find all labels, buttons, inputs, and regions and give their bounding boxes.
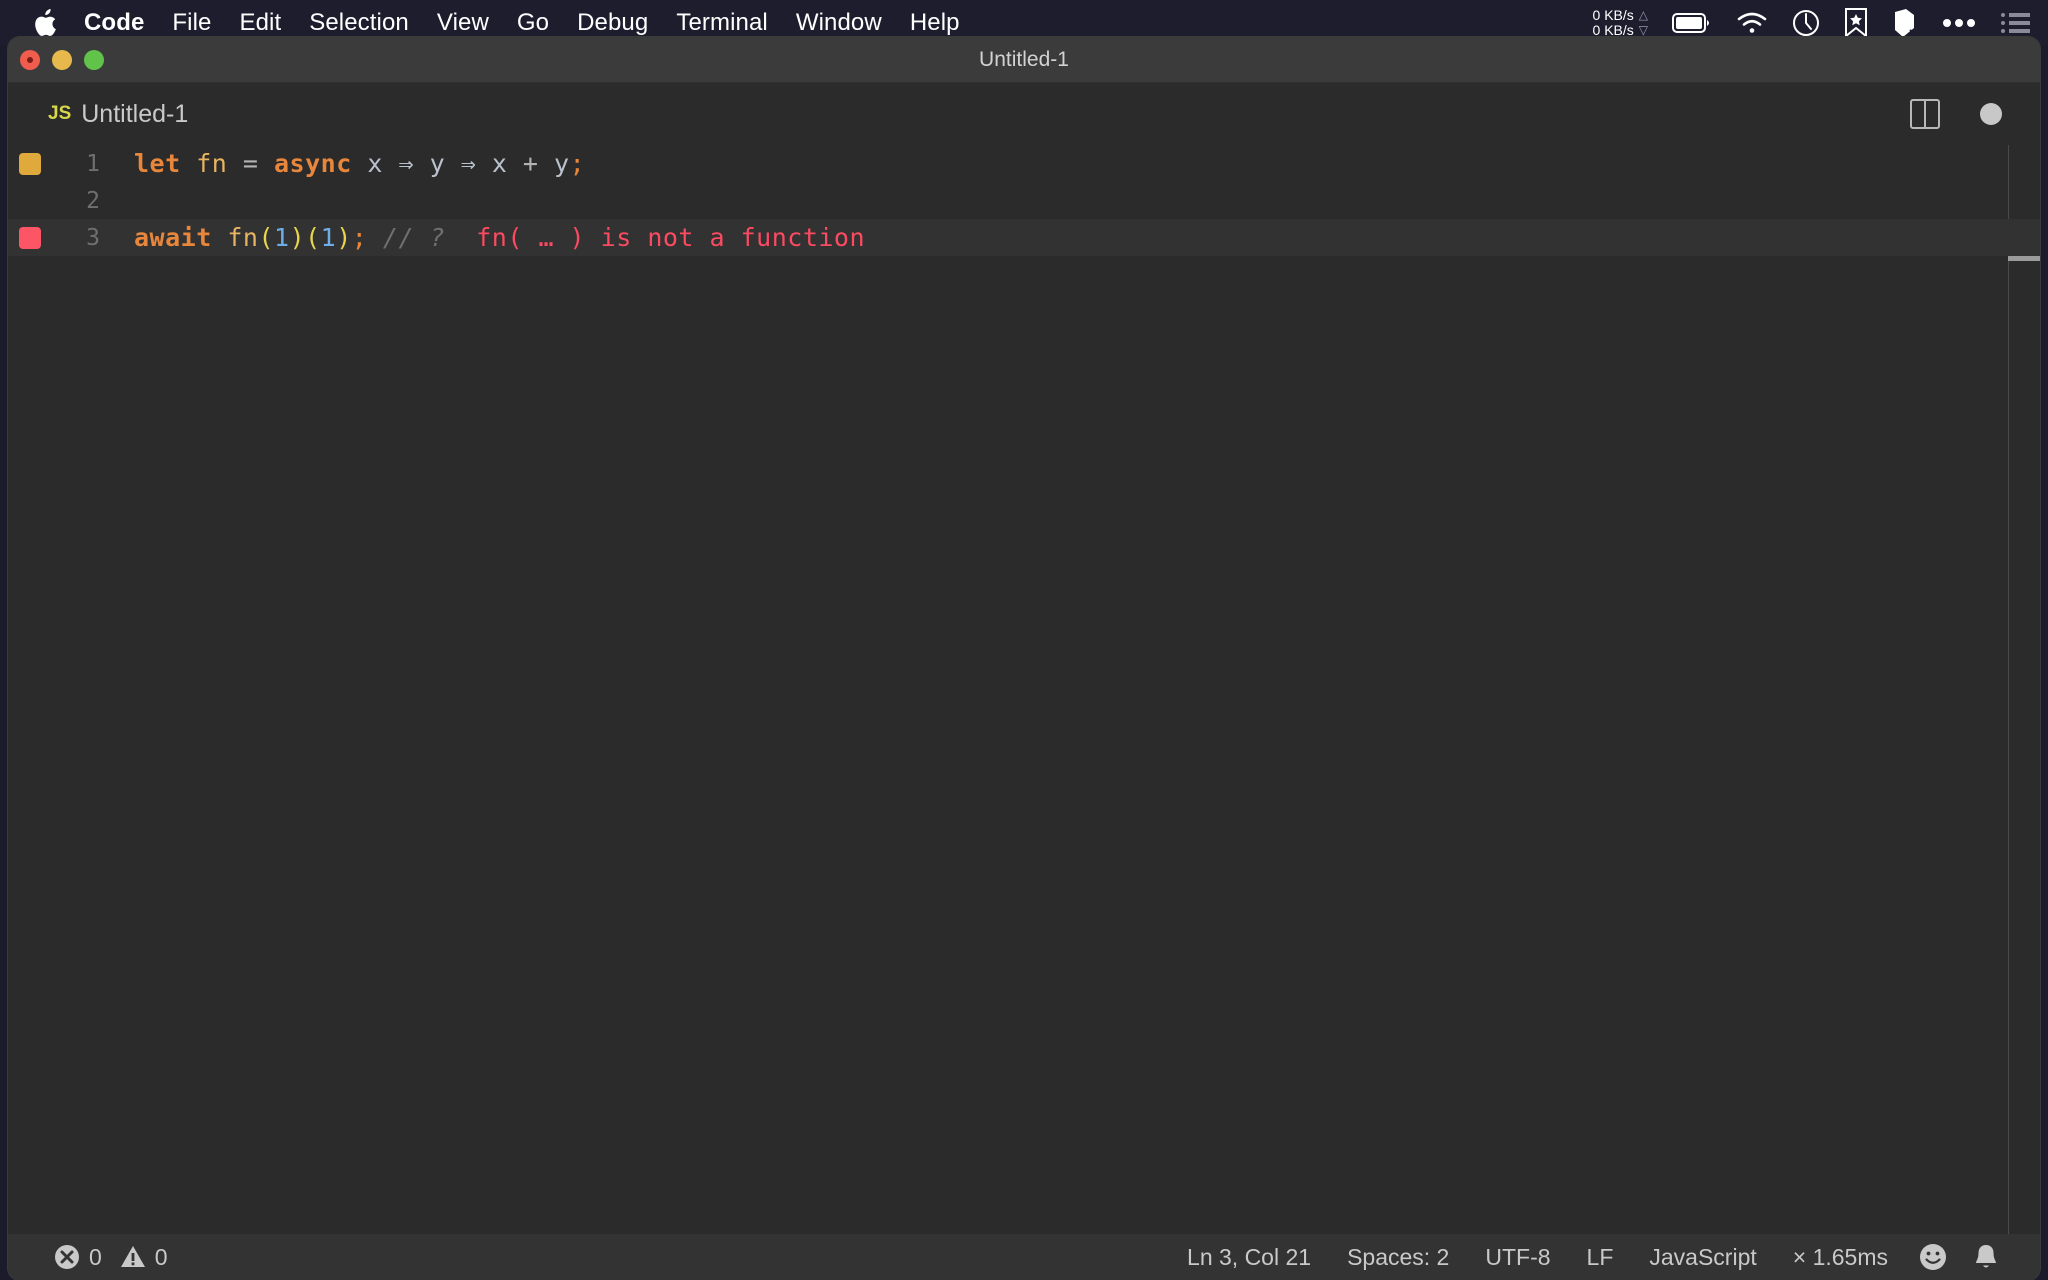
token-kw: await xyxy=(134,223,212,252)
token-paren: ) xyxy=(336,223,352,252)
clock-icon[interactable] xyxy=(1792,9,1820,37)
menu-item-help[interactable]: Help xyxy=(896,9,974,37)
token-op xyxy=(383,149,399,178)
list-icon[interactable] xyxy=(2000,11,2030,35)
run-time-status[interactable]: × 1.65ms xyxy=(1775,1244,1906,1271)
unsaved-dot-icon[interactable] xyxy=(1980,103,2002,125)
token-op: + xyxy=(507,149,555,178)
menu-item-view[interactable]: View xyxy=(423,9,503,37)
network-download-speed: 0 KB/s xyxy=(1592,21,1634,38)
token-cmt: // ? xyxy=(382,223,446,252)
window-title-bar: Untitled-1 xyxy=(8,37,2040,83)
menu-item-terminal[interactable]: Terminal xyxy=(662,9,782,37)
code-line-3[interactable]: 3 await fn(1)(1); // ? fn( … ) is not a f… xyxy=(8,219,2040,256)
gutter-warning-marker[interactable] xyxy=(19,152,41,175)
token-op xyxy=(367,223,383,252)
tab-untitled-1[interactable]: JS Untitled-1 xyxy=(8,100,188,129)
token-fnid: fn xyxy=(227,223,259,252)
network-upload-speed: 0 KB/s xyxy=(1592,6,1634,23)
warning-triangle-icon xyxy=(120,1244,146,1270)
window-title: Untitled-1 xyxy=(979,47,1069,71)
menu-item-selection[interactable]: Selection xyxy=(295,9,423,37)
token-op xyxy=(181,149,197,178)
token-ident: y xyxy=(429,149,446,178)
token-paren: ( xyxy=(258,223,274,252)
token-op xyxy=(445,149,461,178)
code-line-1[interactable]: 1 let fn = async x ⇒ y ⇒ x + y; xyxy=(8,145,2040,182)
split-editor-icon[interactable] xyxy=(1910,99,1940,129)
token-op xyxy=(352,149,368,178)
code-line-2[interactable]: 2 xyxy=(8,182,2040,219)
status-bar: 0 0 Ln 3, Col 21 Spaces: 2 UTF-8 LF Java… xyxy=(8,1234,2040,1280)
status-bar-left: 0 0 xyxy=(8,1244,180,1271)
token-semi: ; xyxy=(351,223,368,252)
token-arrow: ⇒ xyxy=(398,149,414,178)
code-text[interactable]: await fn(1)(1); // ? fn( … ) is not a fu… xyxy=(134,223,865,252)
token-kw: async xyxy=(273,149,352,178)
code-editor[interactable]: 1 let fn = async x ⇒ y ⇒ x + y; 2 3 await fn… xyxy=(8,145,2040,1235)
status-bar-right: Ln 3, Col 21 Spaces: 2 UTF-8 LF JavaScri… xyxy=(1169,1242,2040,1272)
token-paren: )( xyxy=(289,223,321,252)
ellipsis-icon[interactable] xyxy=(1942,18,1976,28)
token-op: = xyxy=(227,149,274,178)
token-num: 1 xyxy=(320,223,337,252)
token-kw: let xyxy=(134,149,181,178)
token-op xyxy=(414,149,430,178)
menu-item-code[interactable]: Code xyxy=(76,9,158,37)
vscode-window: Untitled-1 JS Untitled-1 1 let fn = async… xyxy=(8,37,2040,1280)
menu-item-window[interactable]: Window xyxy=(782,9,896,37)
download-triangle-icon: ▽ xyxy=(1638,22,1648,37)
line-number: 2 xyxy=(86,187,100,214)
menu-item-debug[interactable]: Debug xyxy=(563,9,662,37)
menu-item-go[interactable]: Go xyxy=(503,9,563,37)
menu-item-edit[interactable]: Edit xyxy=(225,9,295,37)
code-lines: 1 let fn = async x ⇒ y ⇒ x + y; 2 3 await fn… xyxy=(8,145,2040,256)
menu-item-file[interactable]: File xyxy=(158,9,225,37)
token-semi: ; xyxy=(569,149,586,178)
bell-icon[interactable] xyxy=(1960,1242,2012,1272)
smiley-icon[interactable] xyxy=(1906,1242,1960,1272)
code-text[interactable]: let fn = async x ⇒ y ⇒ x + y; xyxy=(134,149,585,178)
network-speed-indicator[interactable]: 0 KB/s 0 KB/s △ ▽ xyxy=(1592,6,1648,38)
token-arrow: ⇒ xyxy=(460,149,477,178)
indentation-status[interactable]: Spaces: 2 xyxy=(1329,1244,1467,1271)
editor-tab-bar: JS Untitled-1 xyxy=(8,83,2040,145)
warning-count: 0 xyxy=(154,1243,168,1270)
token-ident: x xyxy=(491,149,508,178)
editor-tab-actions xyxy=(1910,99,2040,129)
menu-bar-tray: 0 KB/s 0 KB/s △ ▽ xyxy=(1569,6,2048,38)
token-ident: x xyxy=(367,149,383,178)
bookmark-star-icon[interactable] xyxy=(1844,7,1868,38)
token-errtext: fn( … ) is not a function xyxy=(476,223,866,252)
token-op xyxy=(476,149,492,178)
encoding-status[interactable]: UTF-8 xyxy=(1467,1244,1568,1271)
language-mode-status[interactable]: JavaScript xyxy=(1631,1244,1774,1271)
token-num: 1 xyxy=(274,223,290,252)
battery-icon[interactable] xyxy=(1672,12,1712,34)
shield-icon[interactable] xyxy=(1892,8,1918,38)
token-op xyxy=(212,223,228,252)
token-op xyxy=(445,223,476,252)
overview-ruler-border xyxy=(2008,145,2009,1235)
token-ident: y xyxy=(554,149,570,178)
eol-status[interactable]: LF xyxy=(1569,1244,1632,1271)
problems-status-item[interactable]: 0 0 xyxy=(42,1244,180,1271)
gutter-error-marker[interactable] xyxy=(19,226,41,249)
apple-logo-icon[interactable] xyxy=(32,8,58,38)
wifi-icon[interactable] xyxy=(1736,11,1768,35)
javascript-file-icon: JS xyxy=(48,103,72,124)
upload-triangle-icon: △ xyxy=(1638,7,1648,22)
tab-label: Untitled-1 xyxy=(81,99,189,128)
token-fnid: fn xyxy=(196,149,228,178)
overview-ruler-error-marker[interactable] xyxy=(2008,256,2040,261)
error-count: 0 xyxy=(89,1243,102,1270)
error-circle-icon xyxy=(54,1244,80,1270)
cursor-position-status[interactable]: Ln 3, Col 21 xyxy=(1169,1244,1329,1271)
